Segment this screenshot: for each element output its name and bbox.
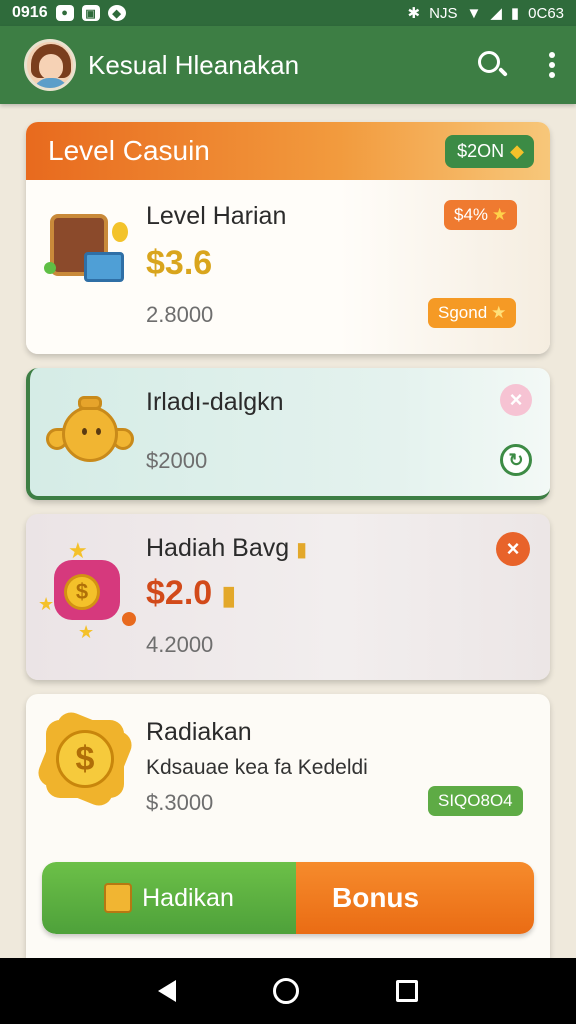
crate-icon (104, 883, 133, 913)
item-name: Level Harian (146, 202, 287, 230)
battery-icon: ▮ (510, 5, 520, 22)
signal-icon: ◢ (490, 5, 502, 22)
item-description: Kdsauae kea fa Kedeldi (146, 756, 368, 779)
discount-badge: $4% ★ (444, 200, 518, 230)
discount-label: $4% (454, 205, 489, 224)
treasure-chest-icon (42, 204, 132, 294)
bonus-card[interactable]: $ Radiakan Kdsauae kea fa Kedeldi $.3000… (26, 694, 550, 958)
close-icon[interactable]: × (496, 532, 530, 566)
item-name: Irladı-dalgkn (146, 388, 284, 416)
star-icon: ★ (491, 303, 507, 322)
item-sub-value: $.3000 (146, 790, 214, 815)
money-bag-icon: $ (34, 708, 136, 812)
item-sub-value: 2.8000 (146, 302, 214, 327)
item-sub-value: $2000 (146, 448, 208, 473)
system-nav-bar (0, 958, 576, 1024)
recent-apps-icon[interactable] (395, 980, 418, 1002)
hadikan-button[interactable]: Hadikan (42, 862, 296, 934)
gift-bag-icon: $ ★ ★ ★ (38, 534, 138, 644)
notification-icon: ◆ (107, 5, 126, 21)
bonus-action-bar: Hadikan Bonus (42, 862, 534, 934)
wifi-icon: ▼ (466, 4, 482, 22)
claim-label: Sgond (438, 303, 488, 322)
code-badge: SIQO8O4 (428, 786, 523, 816)
cup-icon: ▮ (296, 539, 308, 561)
star-icon: ★ (492, 205, 508, 224)
more-vert-icon[interactable] (548, 52, 556, 78)
item-price: $3.6 (146, 244, 213, 282)
item-name: Radiakan (146, 718, 252, 746)
bonus-label: Bonus (332, 882, 420, 913)
level-card[interactable]: Level Casuin $2ON ◆ Level Harian $3.6 2.… (26, 122, 550, 354)
item-name: Hadiah Bavg ▮ (146, 534, 308, 562)
cup-icon: ▮ (221, 580, 236, 610)
status-bar: 0916 ● ▣ ◆ ✱ NJS ▼ ◢ ▮ 0C63 (0, 0, 576, 26)
app-bar: Kesual Hleanakan (0, 26, 576, 104)
home-icon[interactable] (272, 978, 299, 1004)
refresh-icon[interactable]: ↻ (500, 444, 532, 476)
hadikan-label: Hadikan (142, 883, 234, 912)
close-icon[interactable]: × (500, 384, 532, 416)
golden-pot-icon (44, 390, 134, 476)
bonus-button[interactable]: Bonus (296, 862, 534, 934)
status-clock: 0C63 (528, 4, 564, 22)
reward-card[interactable]: Irladı-dalgkn $2000 × ↻ (26, 368, 550, 500)
item-sub-value: 4.2000 (146, 632, 214, 657)
network-text: NJS (429, 4, 458, 22)
claim-button[interactable]: Sgond ★ (428, 298, 517, 328)
header-reward-badge[interactable]: $2ON ◆ (445, 134, 534, 168)
level-card-header: Level Casuin $2ON ◆ (26, 122, 550, 180)
level-card-title: Level Casuin (48, 135, 210, 166)
notification-icon: ▣ (81, 5, 100, 21)
gem-icon: ◆ (510, 140, 524, 161)
status-time: 0916 (12, 4, 48, 21)
header-reward-label: $2ON (457, 140, 505, 161)
avatar[interactable] (24, 39, 76, 91)
back-icon[interactable] (158, 980, 177, 1002)
search-icon[interactable] (476, 49, 508, 81)
notification-icon: ● (55, 5, 74, 21)
item-price: $2.0 ▮ (146, 574, 236, 612)
level-card-body: Level Harian $3.6 2.8000 $4% ★ Sgond ★ (26, 180, 550, 354)
gift-card[interactable]: $ ★ ★ ★ Hadiah Bavg ▮ $2.0 ▮ 4.2000 × (26, 514, 550, 680)
app-title: Kesual Hleanakan (88, 49, 300, 80)
bluetooth-icon: ✱ (407, 5, 421, 22)
